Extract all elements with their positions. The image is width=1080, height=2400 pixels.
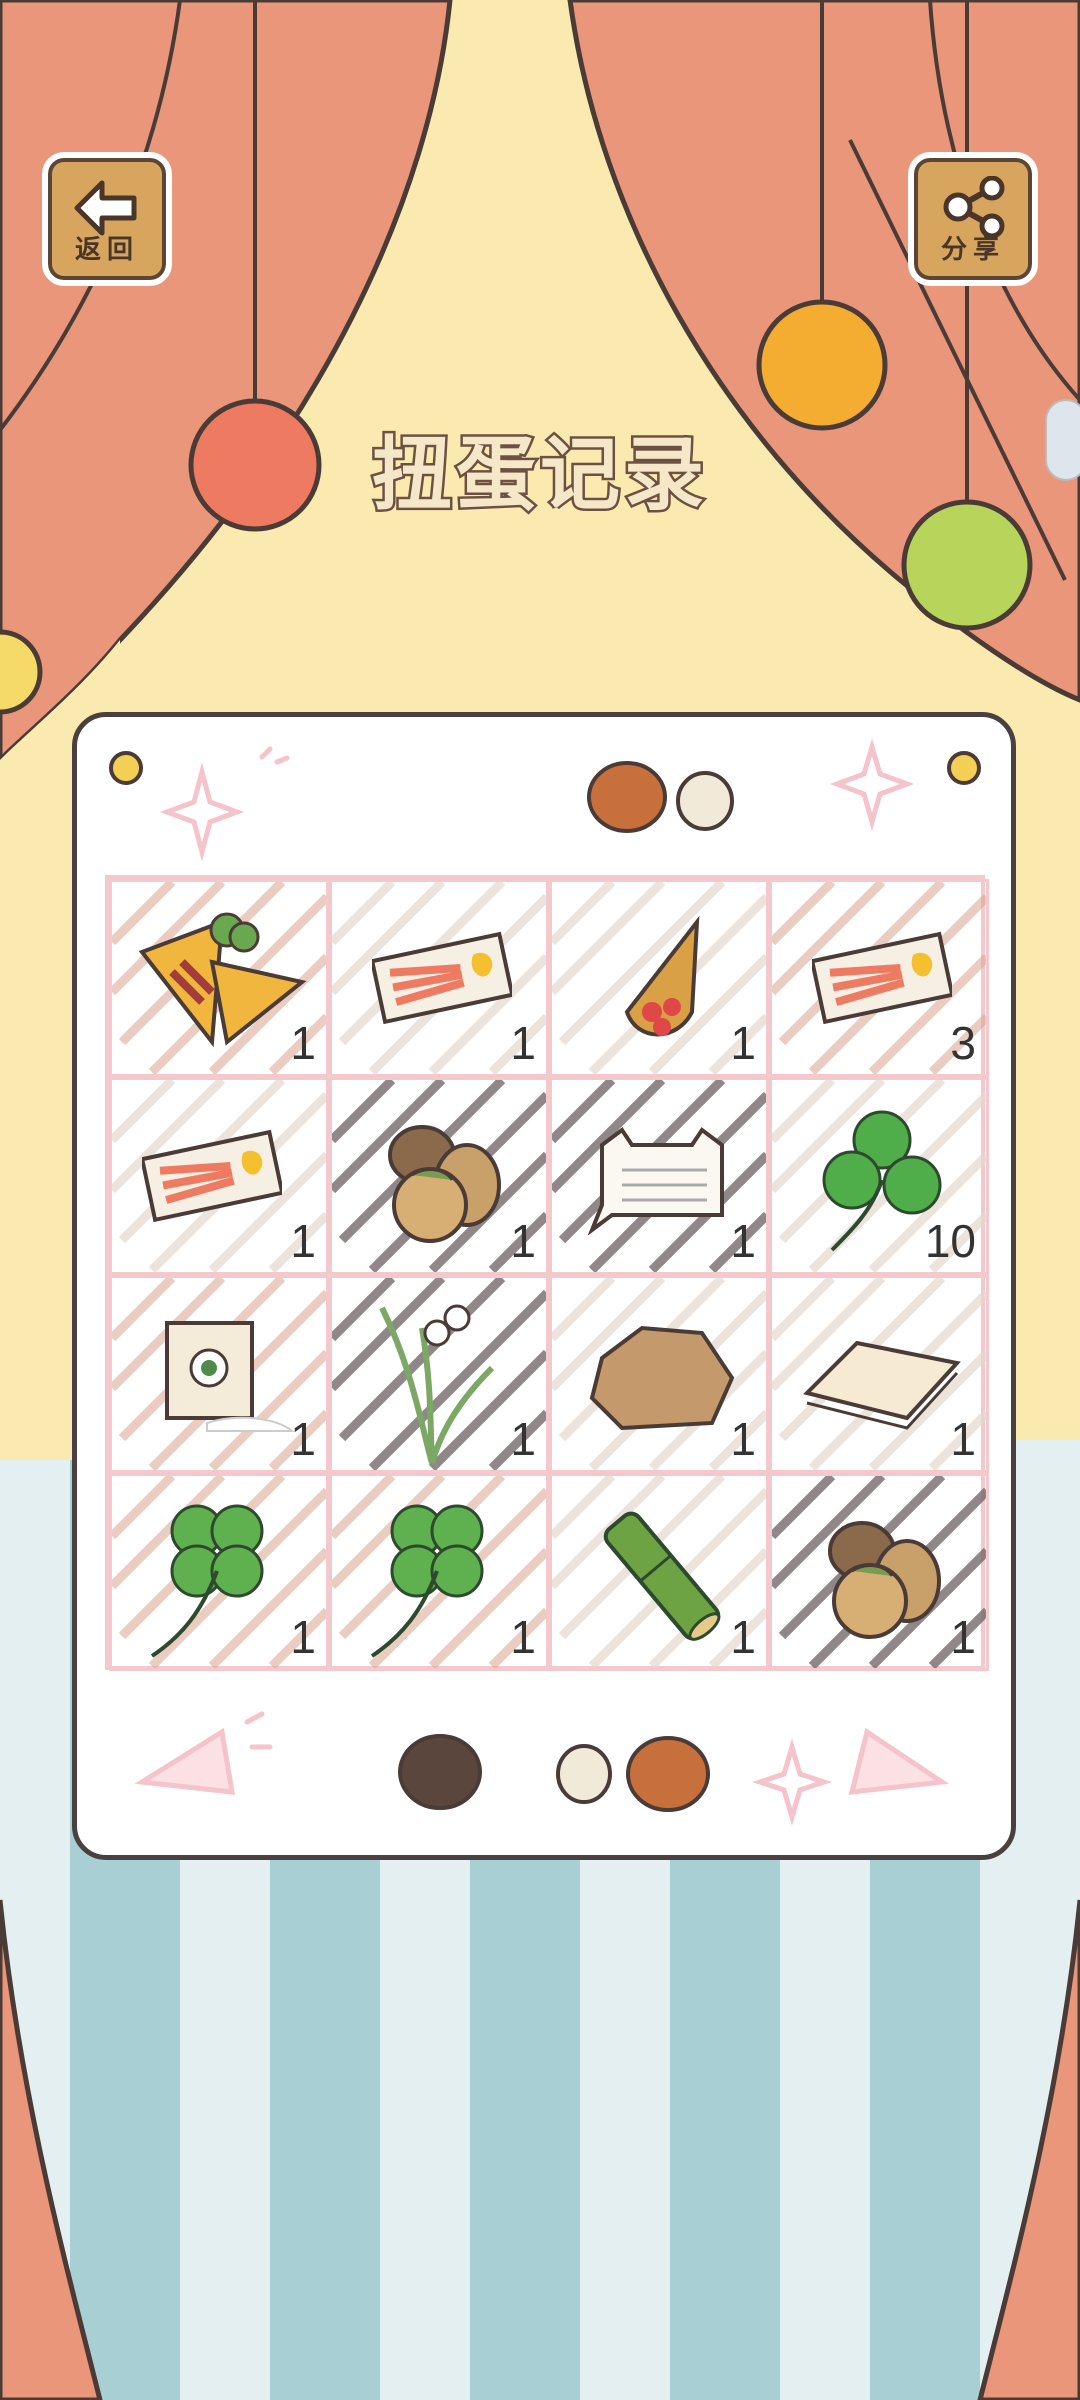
item-grid: 1 1 1 3 1 1 1 10 1 1 1 1 1 1 1 1 (105, 875, 989, 1671)
bamboo-icon (603, 1511, 721, 1641)
ticket-icon (812, 931, 952, 1025)
item-cell[interactable]: 1 (329, 879, 549, 1077)
item-cell[interactable]: 1 (109, 1275, 329, 1473)
item-count: 1 (510, 1215, 536, 1267)
item-cell[interactable]: 1 (549, 1077, 769, 1275)
rock-icon (589, 1325, 735, 1431)
share-button-label: 分享 (940, 235, 1005, 265)
item-count: 10 (924, 1215, 976, 1267)
item-cell[interactable]: 1 (109, 1473, 329, 1671)
back-button[interactable]: 返回 (42, 152, 172, 286)
acorn-icon (388, 1125, 501, 1243)
letter-icon (587, 1127, 724, 1235)
item-count: 1 (290, 1017, 316, 1069)
item-count: 1 (290, 1413, 316, 1465)
item-cell[interactable]: 10 (769, 1077, 989, 1275)
item-cell[interactable]: 1 (329, 1077, 549, 1275)
item-count: 1 (730, 1017, 756, 1069)
four-leaf-clover-icon (370, 1504, 484, 1658)
samosa-icon (138, 912, 307, 1048)
share-button[interactable]: 分享 (908, 152, 1038, 286)
item-count: 1 (730, 1413, 756, 1465)
item-cell[interactable]: 1 (769, 1473, 989, 1671)
item-cell[interactable]: 1 (109, 879, 329, 1077)
item-cell[interactable]: 1 (549, 1473, 769, 1671)
item-count: 1 (950, 1413, 976, 1465)
back-button-label: 返回 (74, 235, 139, 265)
item-count: 1 (290, 1215, 316, 1267)
page-title: 扭蛋记录 (370, 426, 708, 524)
item-count: 1 (510, 1611, 536, 1663)
item-cell[interactable]: 1 (769, 1275, 989, 1473)
item-cell[interactable]: 1 (329, 1473, 549, 1671)
acorn-icon (828, 1521, 941, 1639)
item-cell[interactable]: 1 (109, 1077, 329, 1275)
item-count: 3 (950, 1017, 976, 1069)
item-count: 1 (730, 1215, 756, 1267)
ticket-icon (372, 931, 512, 1025)
item-cell[interactable]: 3 (769, 879, 989, 1077)
orchid-icon (379, 1304, 495, 1464)
item-count: 1 (510, 1413, 536, 1465)
item-cell[interactable]: 1 (549, 879, 769, 1077)
item-cell[interactable]: 1 (549, 1275, 769, 1473)
item-count: 1 (290, 1611, 316, 1663)
item-cell[interactable]: 1 (329, 1275, 549, 1473)
crepe-icon (624, 915, 700, 1037)
item-count: 1 (730, 1611, 756, 1663)
four-leaf-clover-icon (150, 1504, 264, 1658)
paper-icon (803, 1340, 961, 1430)
flour-bag-icon (165, 1321, 295, 1432)
item-count: 1 (950, 1611, 976, 1663)
ticket-icon (142, 1129, 282, 1223)
item-count: 1 (510, 1017, 536, 1069)
